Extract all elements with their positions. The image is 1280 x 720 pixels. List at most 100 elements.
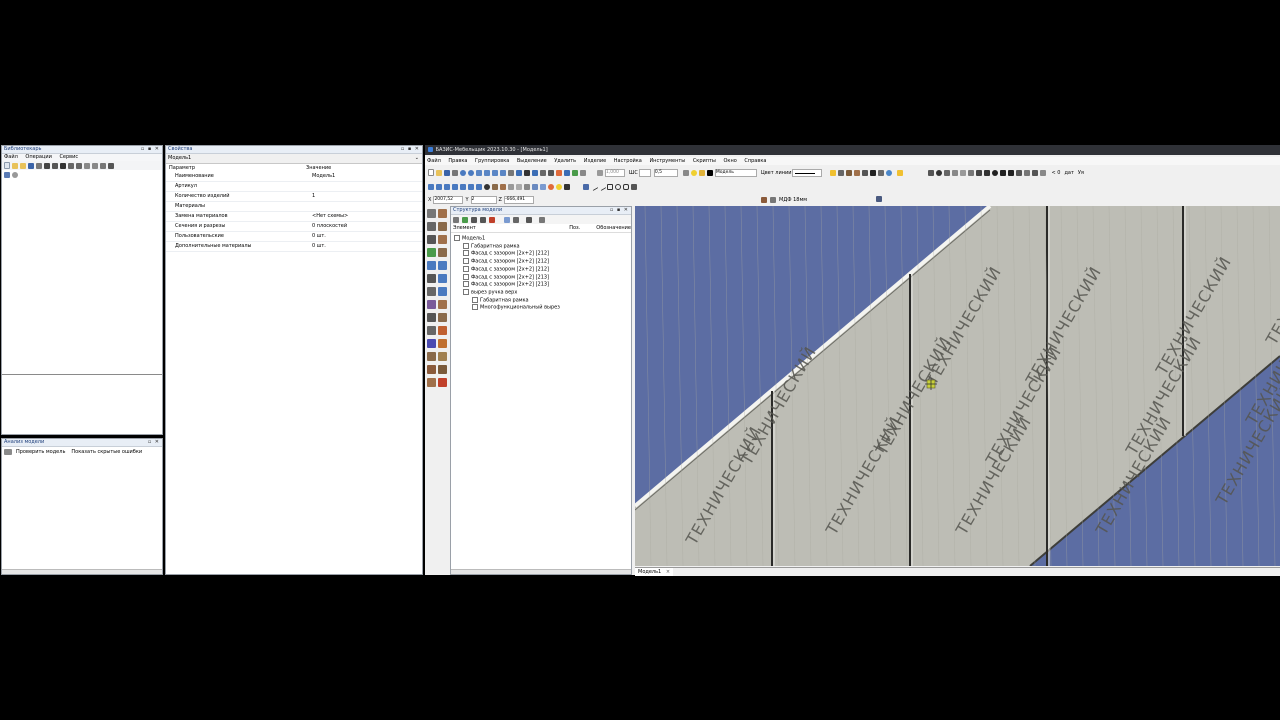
- menu-selection[interactable]: Выделение: [517, 158, 547, 164]
- property-value[interactable]: [312, 182, 422, 191]
- texture-icon[interactable]: [500, 183, 506, 190]
- corner-icon[interactable]: [1040, 169, 1047, 176]
- view-iso-icon[interactable]: [476, 183, 482, 190]
- cubes-icon[interactable]: [928, 169, 935, 176]
- book-icon[interactable]: [846, 169, 853, 176]
- print-icon[interactable]: [452, 169, 458, 176]
- bulb-2-icon[interactable]: [556, 183, 562, 190]
- arrow-icon[interactable]: [532, 169, 538, 176]
- tool-icon[interactable]: [838, 169, 845, 176]
- object-tool-icon[interactable]: [438, 235, 447, 244]
- document-tab[interactable]: Модель1 ×: [635, 568, 674, 576]
- object-tool-icon[interactable]: [427, 248, 436, 257]
- menu-window[interactable]: Окно: [723, 158, 736, 164]
- object-tool-icon[interactable]: [438, 274, 447, 283]
- window-icon[interactable]: [84, 162, 90, 169]
- property-row[interactable]: Сечения и разрезы 0 плоскостей: [166, 222, 422, 232]
- line-icon[interactable]: [589, 181, 599, 192]
- square-icon[interactable]: [1016, 169, 1023, 176]
- eye-icon[interactable]: [513, 216, 519, 223]
- sigma-icon[interactable]: [870, 169, 877, 176]
- doc-icon[interactable]: [504, 216, 510, 223]
- measure-icon[interactable]: [540, 169, 546, 176]
- properties-object-selector[interactable]: Модель1 ⌄: [166, 154, 422, 164]
- panel-window-controls[interactable]: ▫ ▪ ✕: [610, 207, 629, 214]
- property-value[interactable]: Модель1: [312, 172, 422, 181]
- edit-icon[interactable]: [1032, 169, 1039, 176]
- object-tool-icon[interactable]: [438, 209, 447, 218]
- move-icon[interactable]: [976, 169, 983, 176]
- property-row[interactable]: Артикул: [166, 182, 422, 192]
- polygon-icon[interactable]: [623, 183, 629, 190]
- tree-item[interactable]: вырез ручка верх: [454, 288, 631, 297]
- orbit-icon[interactable]: [484, 183, 490, 190]
- color-icon[interactable]: [564, 183, 570, 190]
- polyline-icon[interactable]: [597, 181, 607, 192]
- rect-icon[interactable]: [1024, 169, 1031, 176]
- menu-tools[interactable]: Инструменты: [649, 158, 685, 164]
- object-tool-icon[interactable]: [438, 313, 447, 322]
- object-tool-icon[interactable]: [427, 209, 436, 218]
- hidden-icon[interactable]: [516, 183, 522, 190]
- library-menu-service[interactable]: Сервис: [59, 154, 78, 160]
- property-value[interactable]: 1: [312, 192, 422, 201]
- close-icon[interactable]: ×: [666, 569, 670, 575]
- property-value[interactable]: 0 шт.: [312, 232, 422, 241]
- view-left-icon[interactable]: [444, 183, 450, 190]
- open-icon[interactable]: [436, 169, 442, 176]
- save-icon[interactable]: [28, 162, 34, 169]
- scale-value[interactable]: 1,000: [605, 168, 625, 177]
- view-right-icon[interactable]: [452, 183, 458, 190]
- panel-window-controls[interactable]: ▫ ▪ ✕: [141, 146, 160, 153]
- viewport-canvas[interactable]: ТЕХНИЧЕСКИЙТЕХНИЧЕСКИЙТЕХНИЧЕСКИЙТЕХНИЧЕ…: [635, 206, 1280, 566]
- tools-icon[interactable]: [453, 216, 459, 223]
- property-value[interactable]: <Нет схемы>: [312, 212, 422, 221]
- object-tool-icon[interactable]: [427, 339, 436, 348]
- object-tool-icon[interactable]: [427, 352, 436, 361]
- sphere-icon[interactable]: [548, 183, 554, 190]
- view-back-icon[interactable]: [436, 183, 442, 190]
- property-row[interactable]: Замена материалов <Нет схемы>: [166, 212, 422, 222]
- analysis-bottom-scroll[interactable]: [2, 569, 162, 574]
- snap-icon[interactable]: [516, 169, 522, 176]
- object-tool-icon[interactable]: [427, 326, 436, 335]
- filter-icon[interactable]: [539, 216, 545, 223]
- object-tool-icon[interactable]: [427, 274, 436, 283]
- material-grid-icon[interactable]: [770, 196, 776, 203]
- menu-grouping[interactable]: Группировка: [475, 158, 509, 164]
- property-row[interactable]: Пользовательские 0 шт.: [166, 232, 422, 242]
- menu-product[interactable]: Изделие: [584, 158, 606, 164]
- copy-icon[interactable]: [92, 162, 98, 169]
- rectangle-icon[interactable]: [607, 183, 613, 190]
- new-file-icon[interactable]: [428, 169, 434, 176]
- menu-help[interactable]: Справка: [744, 158, 766, 164]
- bulb-icon[interactable]: [690, 169, 697, 176]
- object-tool-icon[interactable]: [438, 365, 447, 374]
- frame-icon[interactable]: [944, 169, 951, 176]
- copy-objects-icon[interactable]: [984, 169, 991, 176]
- zoom-in-icon[interactable]: [492, 169, 498, 176]
- object-tool-icon[interactable]: [427, 261, 436, 270]
- object-tool-icon[interactable]: [438, 300, 447, 309]
- show-hidden-errors-button[interactable]: Показать скрытые ошибки: [71, 447, 142, 457]
- viewport-3d[interactable]: ТЕХНИЧЕСКИЙ ТЕХНИЧЕСКИЙ ТЕХНИЧЕСКИЙ ТЕХНИЧЕ…: [635, 206, 1280, 566]
- chevron-down-icon[interactable]: ⌄: [415, 154, 419, 163]
- target-icon[interactable]: [992, 169, 999, 176]
- tree-item[interactable]: Фасад с зазором [2х+2] [213]: [454, 281, 631, 289]
- list-icon[interactable]: [526, 216, 532, 223]
- camera-icon[interactable]: [564, 169, 570, 176]
- measure-2-icon[interactable]: [583, 183, 589, 190]
- up-icon[interactable]: [68, 162, 74, 169]
- view-cube-icon[interactable]: [540, 183, 546, 190]
- rotate-icon[interactable]: [936, 169, 943, 176]
- object-tool-icon[interactable]: [438, 287, 447, 296]
- magnet-icon[interactable]: [524, 169, 530, 176]
- solid-icon[interactable]: [492, 183, 498, 190]
- object-tool-icon[interactable]: [427, 313, 436, 322]
- line-width-field[interactable]: 0,5: [653, 168, 678, 177]
- object-tool-icon[interactable]: [438, 352, 447, 361]
- shade-icon[interactable]: [524, 183, 530, 190]
- panel-window-controls[interactable]: ▫ ✕: [148, 439, 160, 446]
- add-icon[interactable]: [52, 162, 58, 169]
- open-folder-icon[interactable]: [12, 162, 18, 169]
